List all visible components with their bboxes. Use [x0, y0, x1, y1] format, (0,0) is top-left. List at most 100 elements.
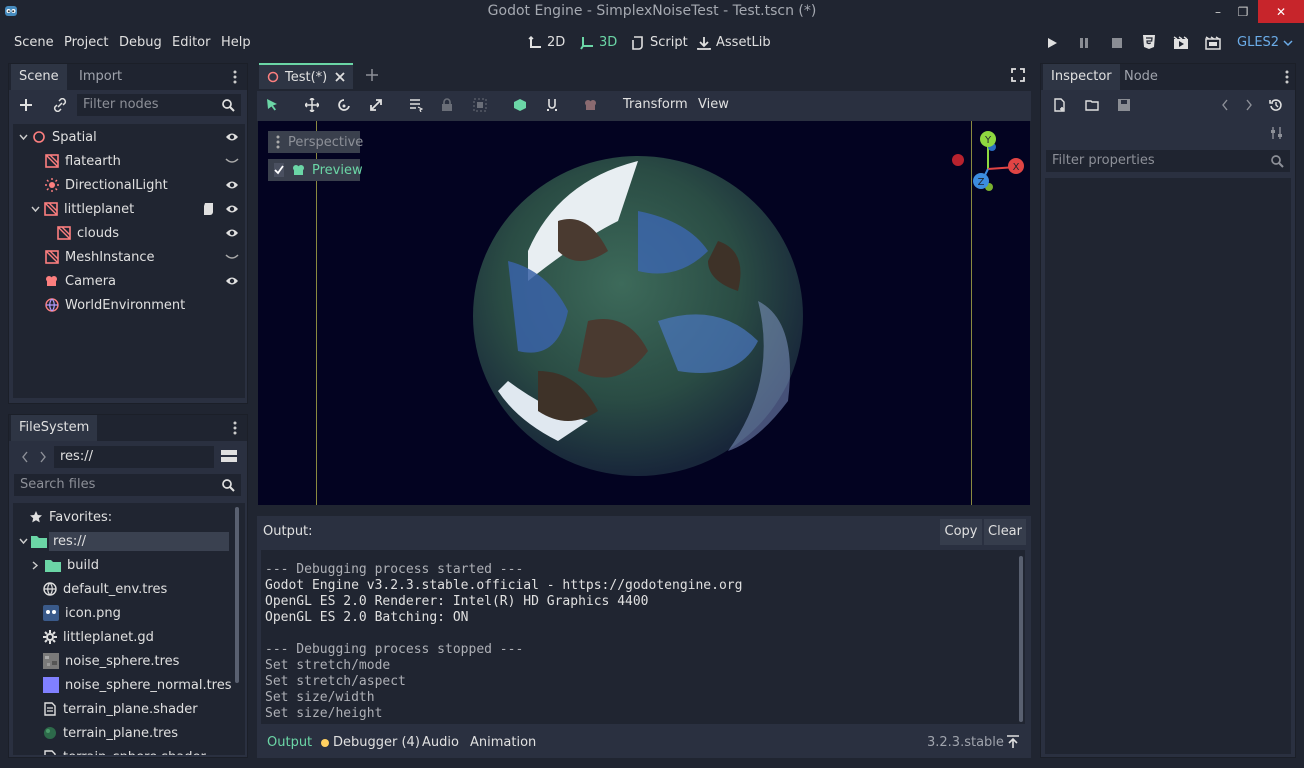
split-view-icon[interactable]	[221, 448, 237, 464]
menu-scene[interactable]: Scene	[14, 35, 54, 50]
link-icon[interactable]	[53, 98, 67, 112]
file-item[interactable]: noise_sphere.tres	[13, 649, 245, 673]
expand-panel-icon[interactable]	[1006, 735, 1020, 749]
tab-animation[interactable]: Animation	[470, 735, 536, 750]
menu-help[interactable]: Help	[221, 35, 251, 50]
lock-icon[interactable]	[441, 98, 453, 112]
list-select-icon[interactable]	[409, 98, 423, 112]
scrollbar[interactable]	[235, 507, 239, 683]
view-menu[interactable]: View	[698, 97, 729, 112]
file-item[interactable]: default_env.tres	[13, 577, 245, 601]
path-field[interactable]: res://	[53, 445, 215, 469]
local-space-icon[interactable]	[513, 98, 527, 112]
play-custom-scene-icon[interactable]	[1205, 35, 1221, 51]
pause-icon[interactable]	[1076, 35, 1092, 51]
visibility-hidden-icon[interactable]	[225, 251, 239, 263]
tab-debugger[interactable]: Debugger (4)	[321, 735, 420, 750]
renderer-select[interactable]: GLES2	[1237, 35, 1293, 50]
menu-editor[interactable]: Editor	[172, 35, 210, 50]
tab-inspector[interactable]: Inspector	[1043, 64, 1120, 90]
scene-node-directionallight[interactable]: DirectionalLight	[13, 173, 245, 197]
move-tool-icon[interactable]	[305, 98, 319, 112]
forward-icon[interactable]	[39, 451, 47, 463]
file-item[interactable]: noise_sphere_normal.tres	[13, 673, 245, 697]
filter-properties-input[interactable]: Filter properties	[1045, 149, 1291, 173]
play-scene-icon[interactable]	[1173, 35, 1189, 51]
tab-import[interactable]: Import	[71, 64, 130, 90]
favorites-row[interactable]: Favorites:	[13, 505, 245, 529]
3d-viewport[interactable]: Perspective Preview Y X Z	[258, 121, 1030, 505]
snap-icon[interactable]	[545, 98, 559, 112]
visibility-eye-icon[interactable]	[225, 203, 239, 215]
spatial-icon	[267, 71, 279, 83]
menu-debug[interactable]: Debug	[119, 35, 162, 50]
file-item[interactable]: build	[13, 553, 245, 577]
group-icon[interactable]	[473, 98, 487, 112]
file-item[interactable]: terrain_sphere.shader	[13, 745, 245, 755]
tab-audio[interactable]: Audio	[422, 735, 459, 750]
rotate-tool-icon[interactable]	[337, 98, 351, 112]
tab-filesystem[interactable]: FileSystem	[11, 415, 98, 441]
dock-menu-icon[interactable]	[1285, 69, 1289, 85]
scene-node-flatearth[interactable]: flatearth	[13, 149, 245, 173]
menu-project[interactable]: Project	[64, 35, 108, 50]
visibility-eye-icon[interactable]	[225, 131, 239, 143]
script-icon[interactable]	[203, 202, 215, 216]
forward-icon[interactable]	[1245, 99, 1253, 111]
minimize-button[interactable]: –	[1205, 0, 1231, 23]
select-tool-icon[interactable]	[265, 98, 279, 112]
file-item[interactable]: icon.png	[13, 601, 245, 625]
visibility-eye-icon[interactable]	[225, 275, 239, 287]
workspace-3d-button[interactable]: 3D	[580, 35, 617, 50]
html5-icon[interactable]	[1141, 34, 1157, 50]
scrollbar[interactable]	[1019, 556, 1023, 722]
scale-tool-icon[interactable]	[369, 98, 383, 112]
scene-node-clouds[interactable]: clouds	[13, 221, 245, 245]
save-icon[interactable]	[1117, 98, 1131, 112]
scene-node-spatial[interactable]: Spatial	[13, 125, 245, 149]
workspace-2d-button[interactable]: 2D	[528, 35, 565, 50]
tab-scene[interactable]: Scene	[11, 64, 67, 90]
transform-menu[interactable]: Transform	[623, 97, 688, 112]
object-properties-icon[interactable]	[1270, 126, 1284, 140]
workspace-assetlib-button[interactable]: AssetLib	[697, 35, 771, 50]
clear-button[interactable]: Clear	[984, 519, 1026, 545]
scene-node-meshinstance[interactable]: MeshInstance	[13, 245, 245, 269]
copy-button[interactable]: Copy	[940, 519, 982, 545]
scene-node-littleplanet[interactable]: littleplanet	[13, 197, 245, 221]
close-window-button[interactable]: ✕	[1258, 0, 1304, 23]
visibility-eye-icon[interactable]	[225, 179, 239, 191]
workspace-script-button[interactable]: Script	[631, 35, 688, 50]
tab-output[interactable]: Output	[267, 735, 312, 750]
file-item[interactable]: terrain_plane.shader	[13, 697, 245, 721]
preview-toggle[interactable]: Preview	[268, 159, 363, 181]
close-tab-icon[interactable]	[335, 72, 345, 82]
search-files-input[interactable]: Search files	[13, 473, 242, 497]
file-item[interactable]: terrain_plane.tres	[13, 721, 245, 745]
scene-tab-test[interactable]: Test(*)	[259, 63, 353, 89]
add-node-icon[interactable]	[19, 98, 33, 112]
stop-icon[interactable]	[1109, 35, 1125, 51]
file-item[interactable]: littleplanet.gd	[13, 625, 245, 649]
play-icon[interactable]	[1044, 35, 1060, 51]
perspective-menu[interactable]: Perspective	[268, 131, 363, 153]
open-folder-icon[interactable]	[1085, 98, 1099, 112]
scene-node-camera[interactable]: Camera	[13, 269, 245, 293]
fullscreen-icon[interactable]	[1011, 68, 1025, 82]
dock-menu-icon[interactable]	[233, 69, 237, 85]
add-tab-icon[interactable]	[365, 68, 379, 82]
scene-node-worldenvironment[interactable]: WorldEnvironment	[13, 293, 245, 317]
maximize-button[interactable]: ❐	[1230, 0, 1256, 23]
res-root-row[interactable]: res://	[13, 529, 245, 553]
new-resource-icon[interactable]	[1053, 98, 1067, 112]
visibility-eye-icon[interactable]	[225, 227, 239, 239]
tab-node[interactable]: Node	[1116, 64, 1166, 90]
camera-icon[interactable]	[583, 98, 599, 112]
filter-nodes-input[interactable]: Filter nodes	[76, 93, 242, 117]
orientation-gizmo[interactable]: Y X Z	[948, 129, 1028, 209]
history-icon[interactable]	[1269, 98, 1283, 112]
visibility-hidden-icon[interactable]	[225, 155, 239, 167]
back-icon[interactable]	[21, 451, 29, 463]
dock-menu-icon[interactable]	[233, 420, 237, 436]
back-icon[interactable]	[1221, 99, 1229, 111]
